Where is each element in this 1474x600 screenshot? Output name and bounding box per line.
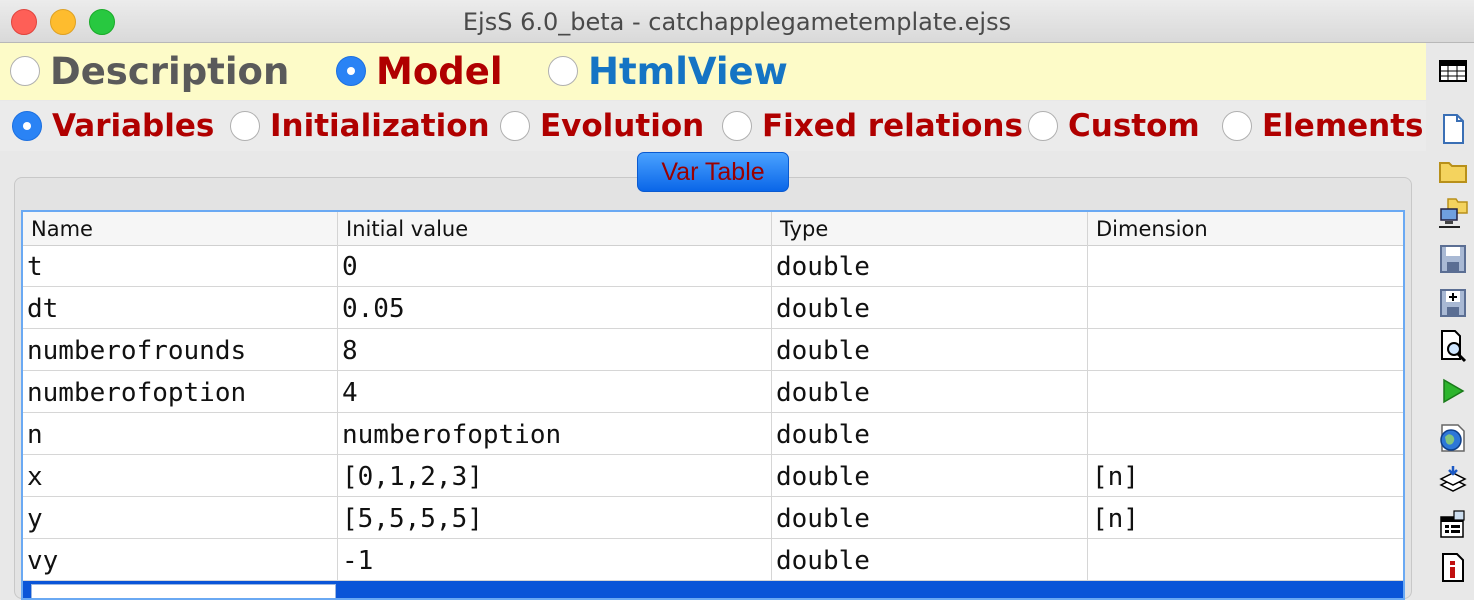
cell-initial-value[interactable]: 0 (338, 245, 772, 287)
table-header: Name Initial value Type Dimension (23, 212, 1403, 246)
cell-name[interactable]: n (23, 413, 338, 455)
tab-description-label: Description (50, 49, 290, 93)
cell-initial-value[interactable]: numberofoption (338, 413, 772, 455)
title-bar: EjsS 6.0_beta - catchapplegametemplate.e… (0, 0, 1474, 43)
cell-initial-value[interactable]: -1 (338, 539, 772, 581)
radio-custom[interactable] (1028, 111, 1058, 141)
table-row[interactable]: x [0,1,2,3] double [n] (23, 455, 1403, 497)
radio-initialization[interactable] (230, 111, 260, 141)
new-variable-name-input[interactable] (31, 584, 336, 598)
radio-htmlview[interactable] (548, 56, 578, 86)
tab-htmlview[interactable]: HtmlView (548, 49, 788, 93)
cell-initial-value[interactable]: 8 (338, 329, 772, 371)
column-header-dimension[interactable]: Dimension (1088, 212, 1403, 245)
column-header-name[interactable]: Name (23, 212, 338, 245)
cell-type[interactable]: double (772, 413, 1088, 455)
open-folder-icon[interactable] (1438, 157, 1468, 185)
search-icon[interactable] (1438, 329, 1468, 363)
table-row[interactable]: numberofoption 4 double (23, 371, 1403, 413)
table-row[interactable]: t 0 double (23, 245, 1403, 287)
subtab-variables[interactable]: Variables (12, 108, 215, 144)
cell-name[interactable]: x (23, 455, 338, 497)
table-row[interactable]: numberofrounds 8 double (23, 329, 1403, 371)
run-icon[interactable] (1438, 377, 1468, 405)
subtab-fixed-relations-label: Fixed relations (762, 108, 1023, 144)
tab-description[interactable]: Description (10, 49, 290, 93)
cell-name[interactable]: numberofrounds (23, 329, 338, 371)
cell-name[interactable]: vy (23, 539, 338, 581)
subtab-custom-label: Custom (1068, 108, 1200, 144)
cell-type[interactable]: double (772, 287, 1088, 329)
radio-model[interactable] (336, 56, 366, 86)
cell-name[interactable]: numberofoption (23, 371, 338, 413)
save-icon[interactable] (1438, 243, 1468, 275)
tab-htmlview-label: HtmlView (588, 49, 788, 93)
save-as-icon[interactable] (1438, 287, 1468, 319)
var-table-tab[interactable]: Var Table (637, 152, 789, 192)
subtab-custom[interactable]: Custom (1028, 108, 1200, 144)
cell-dimension[interactable] (1088, 371, 1403, 413)
cell-dimension[interactable] (1088, 539, 1403, 581)
open-network-icon[interactable] (1438, 197, 1468, 231)
subtab-initialization-label: Initialization (270, 108, 490, 144)
cell-name[interactable]: y (23, 497, 338, 539)
cell-dimension[interactable] (1088, 245, 1403, 287)
cell-type[interactable]: double (772, 497, 1088, 539)
subtab-elements-label: Elements (1262, 108, 1424, 144)
web-icon[interactable] (1438, 421, 1468, 453)
model-sub-tab-bar: Variables Initialization Evolution Fixed… (0, 101, 1426, 151)
cell-dimension[interactable] (1088, 329, 1403, 371)
tab-model[interactable]: Model (336, 49, 503, 93)
radio-fixed-relations[interactable] (722, 111, 752, 141)
table-row[interactable]: y [5,5,5,5] double [n] (23, 497, 1403, 539)
main-tab-bar: Description Model HtmlView (0, 43, 1426, 100)
table-row[interactable]: vy -1 double (23, 539, 1403, 581)
subtab-fixed-relations[interactable]: Fixed relations (722, 108, 1023, 144)
table-icon[interactable] (1438, 57, 1468, 85)
cell-type[interactable]: double (772, 245, 1088, 287)
cell-initial-value[interactable]: 0.05 (338, 287, 772, 329)
package-icon[interactable] (1438, 465, 1468, 497)
cell-type[interactable]: double (772, 371, 1088, 413)
tab-model-label: Model (376, 49, 503, 93)
cell-type[interactable]: double (772, 539, 1088, 581)
radio-description[interactable] (10, 56, 40, 86)
subtab-initialization[interactable]: Initialization (230, 108, 490, 144)
cell-dimension[interactable] (1088, 287, 1403, 329)
cell-initial-value[interactable]: [0,1,2,3] (338, 455, 772, 497)
window-title: EjsS 6.0_beta - catchapplegametemplate.e… (462, 8, 1012, 36)
cell-dimension[interactable] (1088, 413, 1403, 455)
variables-table[interactable]: Name Initial value Type Dimension t 0 do… (21, 210, 1405, 600)
column-header-type[interactable]: Type (772, 212, 1088, 245)
cell-initial-value[interactable]: [5,5,5,5] (338, 497, 772, 539)
new-file-icon[interactable] (1438, 113, 1468, 145)
radio-variables[interactable] (12, 111, 42, 141)
table-row[interactable]: dt 0.05 double (23, 287, 1403, 329)
cell-initial-value[interactable]: 4 (338, 371, 772, 413)
subtab-evolution[interactable]: Evolution (500, 108, 705, 144)
column-header-initial-value[interactable]: Initial value (338, 212, 772, 245)
cell-dimension[interactable]: [n] (1088, 497, 1403, 539)
cell-type[interactable]: double (772, 329, 1088, 371)
cell-dimension[interactable]: [n] (1088, 455, 1403, 497)
cell-name[interactable]: dt (23, 287, 338, 329)
cell-name[interactable]: t (23, 245, 338, 287)
subtab-variables-label: Variables (52, 108, 215, 144)
info-icon[interactable] (1438, 551, 1468, 583)
cell-type[interactable]: double (772, 455, 1088, 497)
side-toolbar (1426, 43, 1474, 588)
radio-evolution[interactable] (500, 111, 530, 141)
radio-elements[interactable] (1222, 111, 1252, 141)
table-row[interactable]: n numberofoption double (23, 413, 1403, 455)
subtab-elements[interactable]: Elements (1222, 108, 1424, 144)
options-icon[interactable] (1438, 509, 1468, 541)
subtab-evolution-label: Evolution (540, 108, 705, 144)
